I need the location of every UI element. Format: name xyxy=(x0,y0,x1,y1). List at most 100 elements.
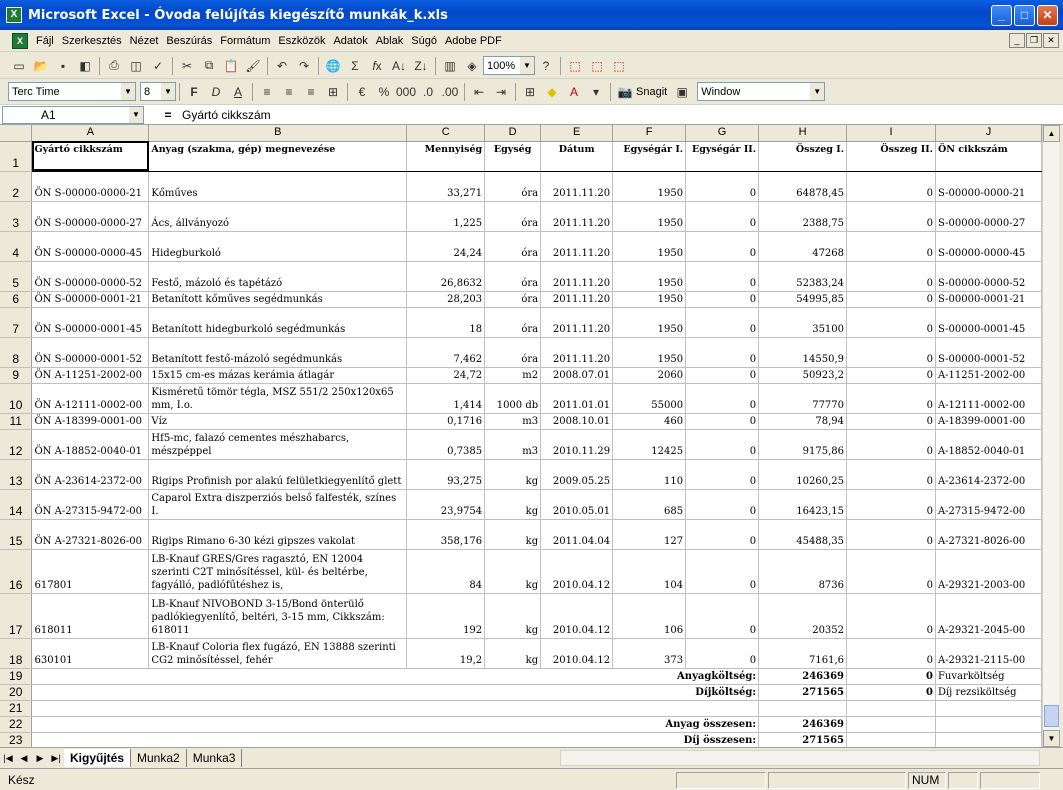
cell-e[interactable]: 2008.10.01 xyxy=(540,413,614,430)
summary-h[interactable]: 271565 xyxy=(758,732,848,747)
column-header[interactable]: A xyxy=(31,125,150,142)
cell-f[interactable]: 1950 xyxy=(612,171,687,202)
prev-sheet-icon[interactable]: ◀ xyxy=(16,750,32,766)
summary-label[interactable]: Anyagköltség: xyxy=(31,668,760,685)
merge-center-icon[interactable]: ⊞ xyxy=(322,81,344,103)
cell-b[interactable]: Betanított hidegburkoló segédmunkás xyxy=(148,307,408,338)
cell-f[interactable]: 373 xyxy=(612,638,687,669)
row-header[interactable]: 1 xyxy=(0,141,33,172)
cell-j[interactable]: S-00000-0000-21 xyxy=(935,171,1042,202)
cell-i[interactable]: 0 xyxy=(846,383,936,414)
cell-h[interactable]: 10260,25 xyxy=(758,459,848,490)
cell-e[interactable]: 2010.05.01 xyxy=(540,489,614,520)
cell-g[interactable]: 0 xyxy=(685,429,760,460)
font-color-icon[interactable]: A xyxy=(563,81,585,103)
header-cell[interactable]: Gyártó cikkszám xyxy=(31,141,150,172)
cell-f[interactable]: 104 xyxy=(612,549,687,594)
increase-decimal-icon[interactable]: .0 xyxy=(417,81,439,103)
cell-e[interactable]: 2011.11.20 xyxy=(540,261,614,292)
cell-f[interactable]: 1950 xyxy=(612,337,687,368)
first-sheet-icon[interactable]: |◀ xyxy=(0,750,16,766)
cell-d[interactable]: kg xyxy=(484,593,542,639)
select-all-corner[interactable] xyxy=(0,125,33,142)
header-cell[interactable]: Egységár II. xyxy=(685,141,760,172)
menu-data[interactable]: Adatok xyxy=(329,35,371,47)
column-header[interactable]: I xyxy=(846,125,936,142)
summary-h[interactable] xyxy=(758,700,848,717)
cell-a[interactable]: ÖN A-11251-2002-00 xyxy=(31,367,150,384)
cell-j[interactable]: S-00000-0001-45 xyxy=(935,307,1042,338)
cell-c[interactable]: 24,24 xyxy=(406,231,486,262)
cell-d[interactable]: óra xyxy=(484,231,542,262)
cell-c[interactable]: 18 xyxy=(406,307,486,338)
header-cell[interactable]: Összeg I. xyxy=(758,141,848,172)
cell-a[interactable]: ÖN S-00000-0001-52 xyxy=(31,337,150,368)
cell-f[interactable]: 460 xyxy=(612,413,687,430)
summary-label[interactable] xyxy=(31,700,760,717)
doc-close-button[interactable]: ✕ xyxy=(1043,33,1059,48)
cell-e[interactable]: 2011.11.20 xyxy=(540,231,614,262)
zoom-combo[interactable]: 100% ▼ xyxy=(483,56,535,75)
cell-b[interactable]: Rigips Profinish por alakú felületkiegye… xyxy=(148,459,408,490)
cell-b[interactable]: LB-Knauf GRES/Gres ragasztó, EN 12004 sz… xyxy=(148,549,408,594)
autosum-icon[interactable]: Σ xyxy=(344,55,366,77)
summary-i[interactable] xyxy=(846,716,936,733)
row-header[interactable]: 13 xyxy=(0,459,33,490)
cell-b[interactable]: Caparol Extra diszperziós belső falfesté… xyxy=(148,489,408,520)
cell-a[interactable]: 630101 xyxy=(31,638,150,669)
spelling-icon[interactable]: ✓ xyxy=(147,55,169,77)
cell-h[interactable]: 35100 xyxy=(758,307,848,338)
cell-f[interactable]: 127 xyxy=(612,519,687,550)
align-right-icon[interactable]: ≡ xyxy=(300,81,322,103)
cell-f[interactable]: 106 xyxy=(612,593,687,639)
cell-a[interactable]: ÖN A-27315-9472-00 xyxy=(31,489,150,520)
cell-a[interactable]: ÖN S-00000-0001-45 xyxy=(31,307,150,338)
column-header[interactable]: G xyxy=(685,125,760,142)
spreadsheet-grid[interactable]: A B C D E F G H I J 1 Gyártó cikkszám An… xyxy=(0,125,1042,747)
cell-j[interactable]: S-00000-0001-21 xyxy=(935,291,1042,308)
cell-h[interactable]: 52383,24 xyxy=(758,261,848,292)
pdf-email-icon[interactable]: ⬚ xyxy=(586,55,608,77)
cell-g[interactable]: 0 xyxy=(685,519,760,550)
cell-g[interactable]: 0 xyxy=(685,261,760,292)
cell-j[interactable]: A-23614-2372-00 xyxy=(935,459,1042,490)
cell-g[interactable]: 0 xyxy=(685,201,760,232)
pdf-convert-icon[interactable]: ⬚ xyxy=(564,55,586,77)
excel-app-icon[interactable]: X xyxy=(6,7,22,23)
cell-e[interactable]: 2008.07.01 xyxy=(540,367,614,384)
cell-e[interactable]: 2010.11.29 xyxy=(540,429,614,460)
cell-j[interactable]: S-00000-0000-45 xyxy=(935,231,1042,262)
cell-b[interactable]: LB-Knauf NIVOBOND 3-15/Bond önterülő pad… xyxy=(148,593,408,639)
cell-h[interactable]: 14550,9 xyxy=(758,337,848,368)
row-header[interactable]: 5 xyxy=(0,261,33,292)
cell-b[interactable]: Betanított kőműves segédmunkás xyxy=(148,291,408,308)
cell-i[interactable]: 0 xyxy=(846,171,936,202)
cell-d[interactable]: m2 xyxy=(484,367,542,384)
cell-e[interactable]: 2010.04.12 xyxy=(540,593,614,639)
drawing-icon[interactable]: ◈ xyxy=(461,55,483,77)
cell-d[interactable]: kg xyxy=(484,489,542,520)
comma-style-icon[interactable]: 000 xyxy=(395,81,417,103)
cell-a[interactable]: ÖN A-23614-2372-00 xyxy=(31,459,150,490)
cell-j[interactable]: A-27321-8026-00 xyxy=(935,519,1042,550)
underline-button[interactable]: A xyxy=(227,81,249,103)
header-cell[interactable]: Mennyiség xyxy=(406,141,486,172)
sheet-tab-munka3[interactable]: Munka3 xyxy=(187,748,243,767)
menu-tools[interactable]: Eszközök xyxy=(274,35,329,47)
cell-c[interactable]: 1,225 xyxy=(406,201,486,232)
sort-ascending-icon[interactable]: A↓ xyxy=(388,55,410,77)
cell-e[interactable]: 2011.11.20 xyxy=(540,201,614,232)
cell-c[interactable]: 26,8632 xyxy=(406,261,486,292)
row-header[interactable]: 10 xyxy=(0,383,33,414)
cell-c[interactable]: 0,1716 xyxy=(406,413,486,430)
camera-icon[interactable]: 📷 xyxy=(614,81,636,103)
row-header[interactable]: 11 xyxy=(0,413,33,430)
cell-d[interactable]: óra xyxy=(484,171,542,202)
row-header[interactable]: 4 xyxy=(0,231,33,262)
cell-g[interactable]: 0 xyxy=(685,383,760,414)
cell-a[interactable]: 617801 xyxy=(31,549,150,594)
cell-b[interactable]: 15x15 cm-es mázas kerámia átlagár xyxy=(148,367,408,384)
print-icon[interactable]: ⎙ xyxy=(103,55,125,77)
doc-minimize-button[interactable]: _ xyxy=(1009,33,1025,48)
undo-icon[interactable]: ↶ xyxy=(271,55,293,77)
